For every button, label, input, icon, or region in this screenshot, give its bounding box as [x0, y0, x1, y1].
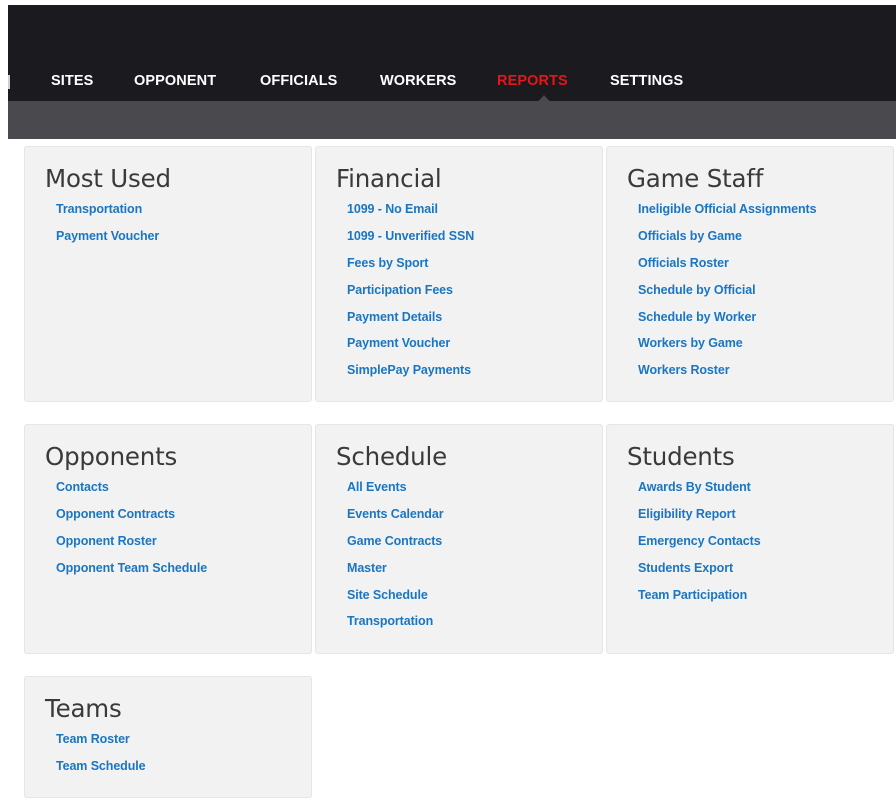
report-link-emergency-contacts[interactable]: Emergency Contacts	[638, 534, 761, 548]
report-link-opponent-contracts[interactable]: Opponent Contracts	[56, 507, 175, 521]
nav-item-cutoff	[8, 75, 10, 89]
report-link-eligibility-report[interactable]: Eligibility Report	[638, 507, 736, 521]
report-link-schedule-by-official[interactable]: Schedule by Official	[638, 283, 756, 297]
report-link-participation-fees[interactable]: Participation Fees	[347, 283, 453, 297]
panel-title: Teams	[45, 694, 122, 723]
report-link-1099-no-email[interactable]: 1099 - No Email	[347, 202, 438, 216]
report-link-team-participation[interactable]: Team Participation	[638, 588, 747, 602]
panel-title: Opponents	[45, 442, 178, 471]
report-link-ineligible-official-assignments[interactable]: Ineligible Official Assignments	[638, 202, 817, 216]
report-link-transportation[interactable]: Transportation	[347, 614, 433, 628]
report-link-site-schedule[interactable]: Site Schedule	[347, 588, 428, 602]
nav-item-opponent[interactable]: OPPONENT	[134, 73, 216, 89]
report-link-events-calendar[interactable]: Events Calendar	[347, 507, 444, 521]
report-link-opponent-roster[interactable]: Opponent Roster	[56, 534, 157, 548]
panel-financial: Financial 1099 - No Email 1099 - Unverif…	[315, 146, 603, 402]
report-link-all-events[interactable]: All Events	[347, 480, 407, 494]
panel-title: Most Used	[45, 164, 171, 193]
report-link-team-roster[interactable]: Team Roster	[56, 732, 130, 746]
report-link-contacts[interactable]: Contacts	[56, 480, 109, 494]
report-link-list: Awards By Student Eligibility Report Eme…	[638, 478, 761, 612]
panel-schedule: Schedule All Events Events Calendar Game…	[315, 424, 603, 654]
report-link-schedule-by-worker[interactable]: Schedule by Worker	[638, 310, 756, 324]
report-link-list: All Events Events Calendar Game Contract…	[347, 478, 444, 639]
report-link-team-schedule[interactable]: Team Schedule	[56, 759, 146, 773]
report-link-transportation[interactable]: Transportation	[56, 202, 142, 216]
report-link-list: Team Roster Team Schedule	[56, 730, 146, 784]
report-link-fees-by-sport[interactable]: Fees by Sport	[347, 256, 428, 270]
nav-item-reports[interactable]: REPORTS	[497, 73, 568, 89]
panel-title: Game Staff	[627, 164, 764, 193]
panel-title: Financial	[336, 164, 442, 193]
report-link-workers-by-game[interactable]: Workers by Game	[638, 336, 743, 350]
report-link-list: Transportation Payment Voucher	[56, 200, 159, 254]
report-link-students-export[interactable]: Students Export	[638, 561, 733, 575]
report-link-officials-roster[interactable]: Officials Roster	[638, 256, 729, 270]
panel-title: Students	[627, 442, 735, 471]
report-link-payment-voucher[interactable]: Payment Voucher	[347, 336, 450, 350]
panel-most-used: Most Used Transportation Payment Voucher	[24, 146, 312, 402]
report-link-officials-by-game[interactable]: Officials by Game	[638, 229, 742, 243]
report-link-opponent-team-schedule[interactable]: Opponent Team Schedule	[56, 561, 207, 575]
panel-game-staff: Game Staff Ineligible Official Assignmen…	[606, 146, 894, 402]
report-link-master[interactable]: Master	[347, 561, 387, 575]
report-link-payment-voucher[interactable]: Payment Voucher	[56, 229, 159, 243]
report-link-payment-details[interactable]: Payment Details	[347, 310, 442, 324]
report-link-simplepay-payments[interactable]: SimplePay Payments	[347, 363, 471, 377]
nav-item-sites[interactable]: SITES	[51, 73, 93, 89]
report-link-list: Contacts Opponent Contracts Opponent Ros…	[56, 478, 207, 586]
panel-teams: Teams Team Roster Team Schedule	[24, 676, 312, 798]
nav-item-settings[interactable]: SETTINGS	[610, 73, 683, 89]
panel-title: Schedule	[336, 442, 447, 471]
report-link-list: 1099 - No Email 1099 - Unverified SSN Fe…	[347, 200, 474, 388]
sub-nav-bar	[8, 101, 896, 139]
panel-students: Students Awards By Student Eligibility R…	[606, 424, 894, 654]
report-link-game-contracts[interactable]: Game Contracts	[347, 534, 442, 548]
report-link-workers-roster[interactable]: Workers Roster	[638, 363, 730, 377]
nav-item-officials[interactable]: OFFICIALS	[260, 73, 337, 89]
panel-opponents: Opponents Contacts Opponent Contracts Op…	[24, 424, 312, 654]
report-link-awards-by-student[interactable]: Awards By Student	[638, 480, 751, 494]
report-link-list: Ineligible Official Assignments Official…	[638, 200, 817, 388]
report-link-1099-unverified-ssn[interactable]: 1099 - Unverified SSN	[347, 229, 474, 243]
top-nav-bar: SITES OPPONENT OFFICIALS WORKERS REPORTS…	[8, 5, 896, 106]
nav-item-workers[interactable]: WORKERS	[380, 73, 456, 89]
